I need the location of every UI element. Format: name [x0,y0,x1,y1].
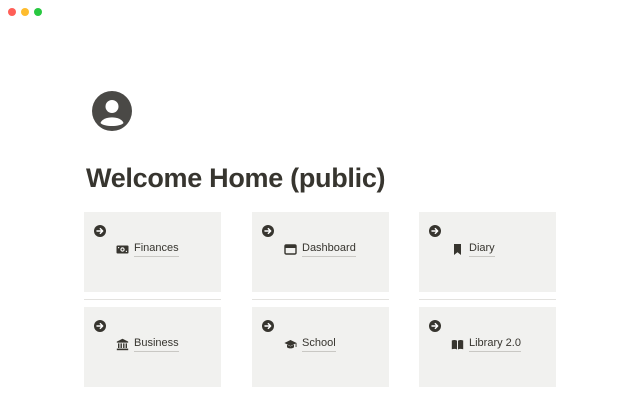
arrow-right-circle-icon [262,225,274,237]
page-title: Welcome Home (public) [86,163,386,193]
card-label: Finances [134,242,179,257]
arrow-right-circle-icon [94,320,106,332]
arrow-right-circle-icon [429,225,441,237]
card-business[interactable]: Business [84,307,221,387]
divider [419,299,556,300]
link-business[interactable]: Business [116,337,179,352]
bookmark-icon [454,244,461,255]
card-label: Diary [469,242,495,257]
card-dashboard[interactable]: Dashboard [252,212,389,292]
close-window-button[interactable] [8,8,16,16]
browser-window-icon [284,244,297,255]
graduation-cap-icon [284,340,297,349]
minimize-window-button[interactable] [21,8,29,16]
zoom-window-button[interactable] [34,8,42,16]
card-label: School [302,337,336,352]
link-diary[interactable]: Diary [451,242,495,257]
link-dashboard[interactable]: Dashboard [284,242,356,257]
card-diary[interactable]: Diary [419,212,556,292]
link-finances[interactable]: Finances [116,242,179,257]
bank-icon [116,338,129,351]
card-label: Dashboard [302,242,356,257]
arrow-right-circle-icon [262,320,274,332]
card-label: Business [134,337,179,352]
divider [84,299,221,300]
arrow-right-circle-icon [94,225,106,237]
open-book-icon [451,340,464,350]
link-school[interactable]: School [284,337,336,352]
card-label: Library 2.0 [469,337,521,352]
link-library[interactable]: Library 2.0 [451,337,521,352]
card-library[interactable]: Library 2.0 [419,307,556,387]
card-school[interactable]: School [252,307,389,387]
money-icon [116,245,129,254]
arrow-right-circle-icon [429,320,441,332]
divider [252,299,389,300]
user-avatar-icon[interactable] [92,91,132,131]
card-finances[interactable]: Finances [84,212,221,292]
window-controls [8,8,42,16]
